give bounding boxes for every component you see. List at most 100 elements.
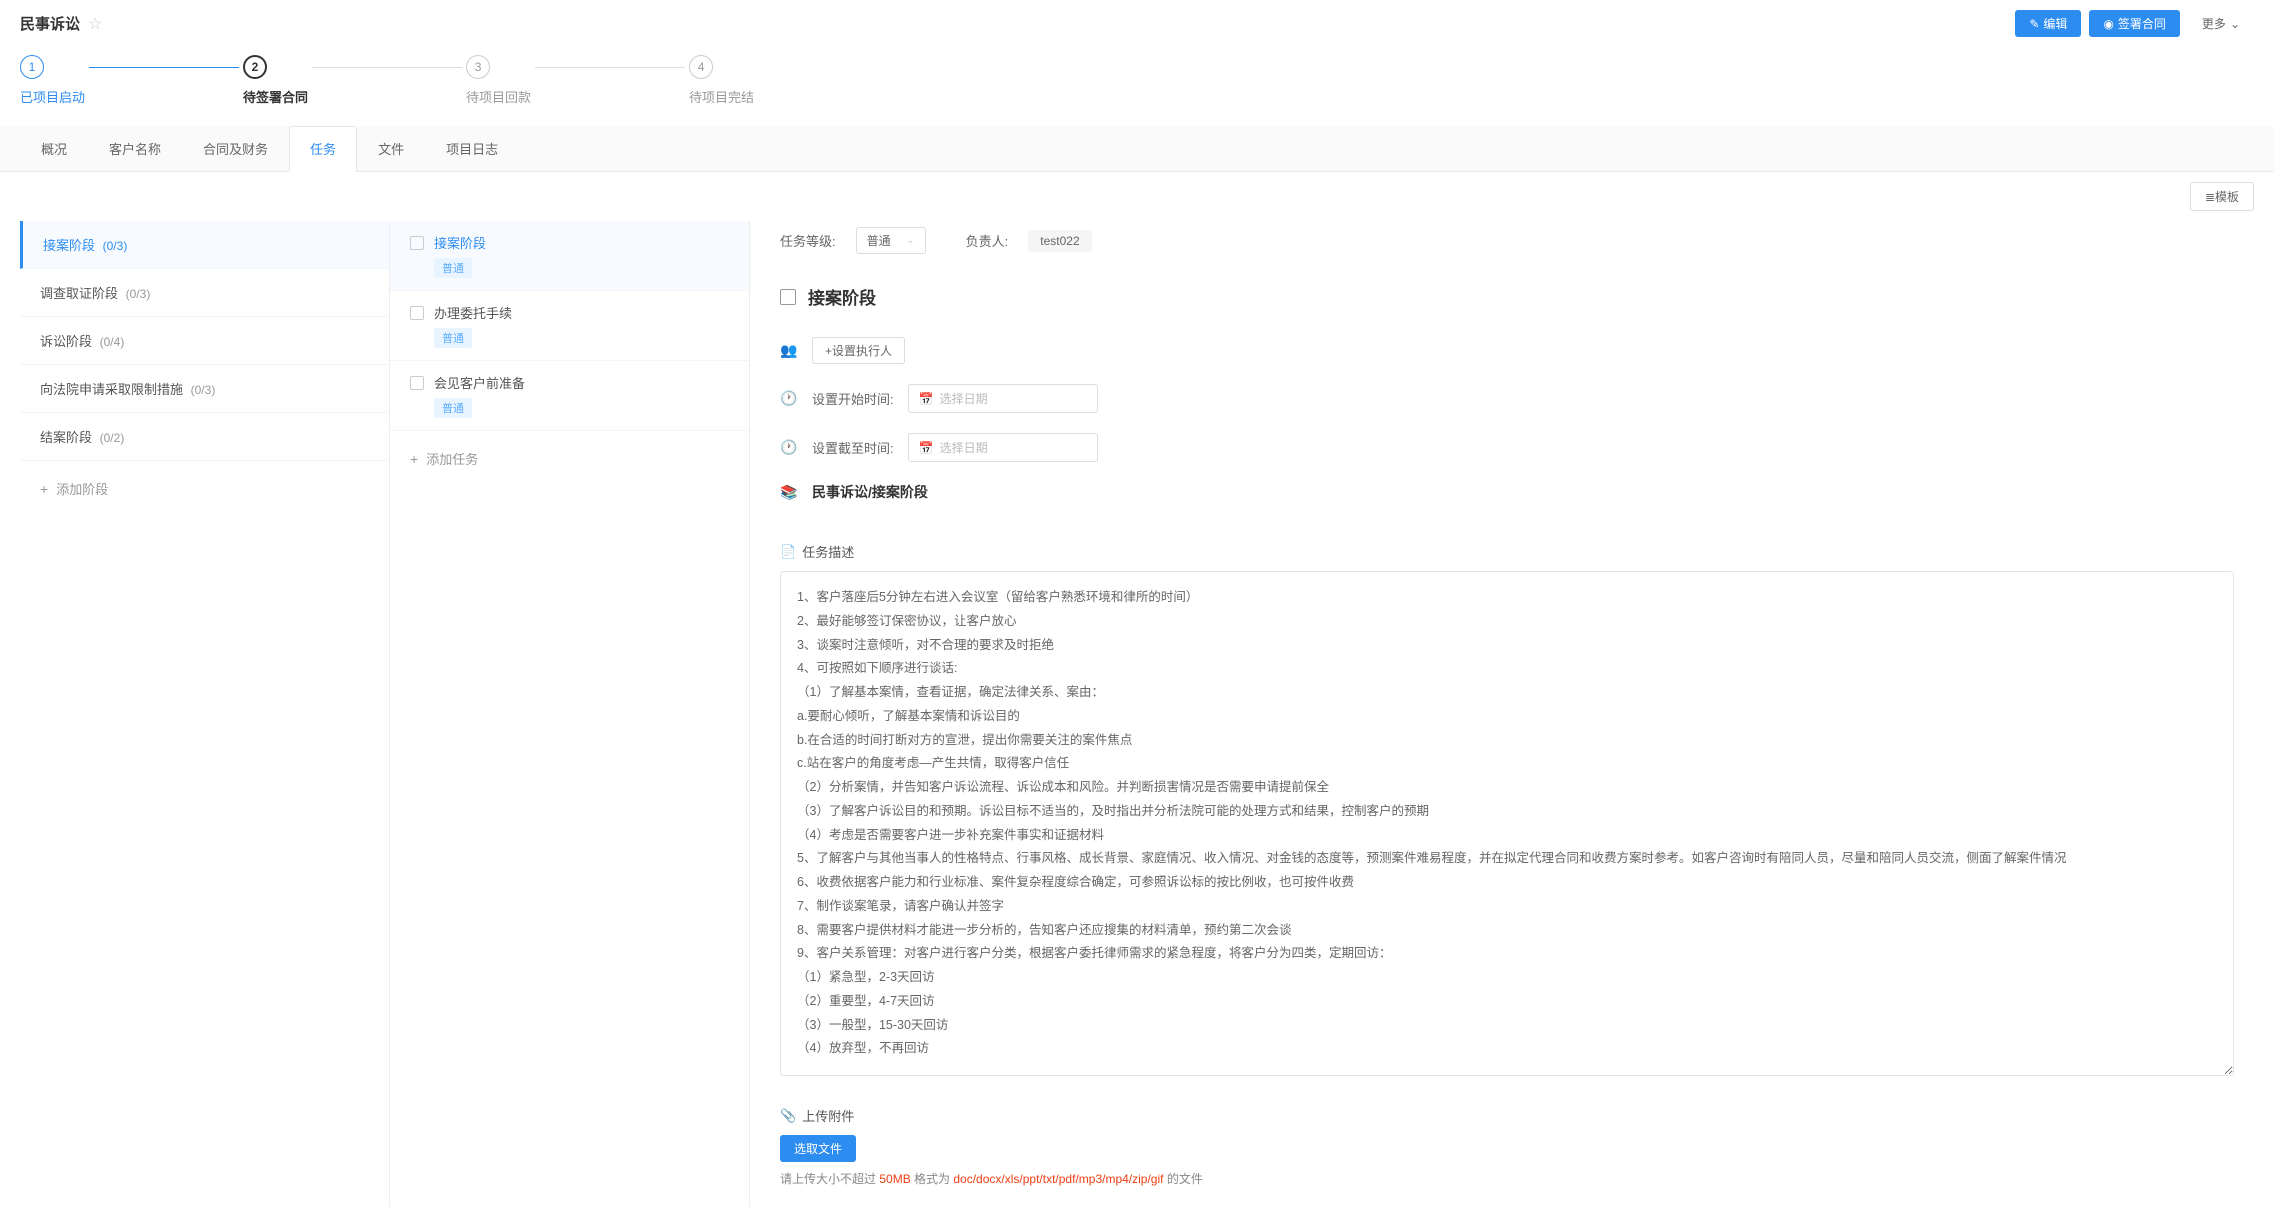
edit-button[interactable]: ✎ 编辑: [2015, 10, 2081, 37]
task-priority-tag: 普通: [434, 398, 472, 418]
start-time-row: 🕐 设置开始时间: 📅 选择日期: [780, 374, 2234, 423]
task-header: 办理委托手续: [410, 303, 729, 322]
step-circle: 4: [689, 55, 713, 79]
upload-formats: doc/docx/xls/ppt/txt/pdf/mp3/mp4/zip/gif: [953, 1172, 1163, 1186]
task-priority-tag: 普通: [434, 258, 472, 278]
stage-count: (0/2): [100, 431, 125, 445]
task-toolbar: ≣模板: [0, 172, 2274, 221]
stage-count: (0/4): [100, 335, 125, 349]
edit-button-label: 编辑: [2043, 15, 2067, 32]
task-name: 接案阶段: [434, 233, 486, 252]
stage-name: 向法院申请采取限制措施: [40, 382, 183, 397]
step-2[interactable]: 2 待签署合同: [243, 55, 308, 106]
template-button[interactable]: ≣模板: [2190, 182, 2254, 211]
add-task-button[interactable]: + 添加任务: [390, 431, 749, 486]
task-detail: 任务等级: 普通 ⌄ 负责人: test022 接案阶段 👥 +设置执行人 🕐 …: [750, 221, 2254, 1207]
tab-tasks[interactable]: 任务: [289, 126, 357, 172]
step-circle: 3: [466, 55, 490, 79]
end-date-input[interactable]: 📅 选择日期: [908, 433, 1098, 462]
upload-hint-suffix: 的文件: [1163, 1172, 1202, 1186]
upload-hint: 请上传大小不超过 50MB 格式为 doc/docx/xls/ppt/txt/p…: [780, 1170, 2234, 1187]
stage-item[interactable]: 调查取证阶段 (0/3): [20, 269, 389, 317]
plus-icon: +: [410, 451, 418, 467]
tab-log[interactable]: 项目日志: [425, 126, 519, 171]
calendar-icon: 📅: [919, 392, 934, 406]
star-icon[interactable]: ☆: [88, 14, 102, 34]
task-level-label: 任务等级:: [780, 231, 836, 250]
upload-hint-prefix: 请上传大小不超过: [780, 1172, 879, 1186]
task-checkbox[interactable]: [410, 236, 424, 250]
step-4[interactable]: 4 待项目完结: [689, 55, 754, 106]
stage-item[interactable]: 诉讼阶段 (0/4): [20, 317, 389, 365]
executor-row: 👥 +设置执行人: [780, 327, 2234, 374]
date-placeholder: 选择日期: [940, 439, 988, 456]
task-header: 会见客户前准备: [410, 373, 729, 392]
breadcrumb-row: 📚 民事诉讼/接案阶段: [780, 472, 2234, 512]
step-circle: 1: [20, 55, 44, 79]
task-name: 办理委托手续: [434, 303, 512, 322]
task-item[interactable]: 办理委托手续 普通: [390, 291, 749, 361]
stage-count: (0/3): [126, 287, 151, 301]
add-executor-button[interactable]: +设置执行人: [812, 337, 905, 364]
step-circle: 2: [243, 55, 267, 79]
task-item[interactable]: 会见客户前准备 普通: [390, 361, 749, 431]
progress-steps: 1 已项目启动 2 待签署合同 3 待项目回款 4 待项目完结: [0, 47, 2274, 126]
stage-name: 接案阶段: [43, 238, 95, 253]
stage-item[interactable]: 向法院申请采取限制措施 (0/3): [20, 365, 389, 413]
more-button-label: 更多: [2202, 15, 2226, 32]
step-label: 已项目启动: [20, 87, 85, 106]
end-time-label: 设置截至时间:: [812, 438, 894, 457]
step-label: 待签署合同: [243, 87, 308, 106]
more-button[interactable]: 更多 ⌄: [2188, 10, 2254, 37]
stage-name: 调查取证阶段: [40, 286, 118, 301]
tab-client[interactable]: 客户名称: [88, 126, 182, 171]
date-placeholder: 选择日期: [940, 390, 988, 407]
tab-contract-finance[interactable]: 合同及财务: [182, 126, 289, 171]
add-stage-button[interactable]: + 添加阶段: [20, 461, 389, 516]
tab-overview[interactable]: 概况: [20, 126, 88, 171]
stage-item[interactable]: 接案阶段 (0/3): [20, 221, 389, 269]
stage-name: 结案阶段: [40, 430, 92, 445]
upload-hint-mid: 格式为: [911, 1172, 954, 1186]
task-description-textarea[interactable]: 1、客户落座后5分钟左右进入会议室（留给客户熟悉环境和律所的时间） 2、最好能够…: [780, 571, 2234, 1076]
stamp-icon: ◉: [2103, 17, 2113, 31]
page-header: 民事诉讼 ☆ ✎ 编辑 ◉ 签署合同 更多 ⌄: [0, 0, 2274, 47]
add-stage-label: 添加阶段: [56, 479, 108, 498]
task-checkbox[interactable]: [410, 306, 424, 320]
task-complete-checkbox[interactable]: [780, 289, 796, 305]
task-list: 接案阶段 普通 办理委托手续 普通 会见客户前准备 普通 + 添加任务: [390, 221, 750, 1207]
attachment-icon: 📎: [780, 1108, 796, 1124]
chevron-down-icon: ⌄: [2230, 17, 2240, 31]
select-file-button[interactable]: 选取文件: [780, 1135, 856, 1162]
pencil-icon: ✎: [2029, 17, 2039, 31]
header-right: ✎ 编辑 ◉ 签署合同 更多 ⌄: [2015, 10, 2254, 37]
task-item[interactable]: 接案阶段 普通: [390, 221, 749, 291]
step-3[interactable]: 3 待项目回款: [466, 55, 531, 106]
main-content: 接案阶段 (0/3) 调查取证阶段 (0/3) 诉讼阶段 (0/4) 向法院申请…: [0, 221, 2274, 1227]
task-checkbox[interactable]: [410, 376, 424, 390]
step-1[interactable]: 1 已项目启动: [20, 55, 85, 106]
upload-label: 上传附件: [802, 1106, 854, 1125]
stage-item[interactable]: 结案阶段 (0/2): [20, 413, 389, 461]
tab-files[interactable]: 文件: [357, 126, 425, 171]
sign-button-label: 签署合同: [2118, 15, 2166, 32]
sign-contract-button[interactable]: ◉ 签署合同: [2089, 10, 2180, 37]
start-date-input[interactable]: 📅 选择日期: [908, 384, 1098, 413]
stage-count: (0/3): [103, 239, 128, 253]
content-tabs: 概况 客户名称 合同及财务 任务 文件 项目日志: [0, 126, 2274, 172]
step-line: [89, 67, 239, 68]
owner-chip[interactable]: test022: [1028, 230, 1091, 252]
task-name: 会见客户前准备: [434, 373, 525, 392]
task-level-value: 普通: [867, 232, 891, 249]
task-level-select[interactable]: 普通 ⌄: [856, 227, 926, 254]
task-breadcrumb: 民事诉讼/接案阶段: [812, 482, 928, 502]
calendar-icon: 📅: [919, 441, 934, 455]
end-time-row: 🕐 设置截至时间: 📅 选择日期: [780, 423, 2234, 472]
clock-icon: 🕐: [780, 439, 798, 456]
chevron-down-icon: ⌄: [906, 235, 914, 246]
start-time-label: 设置开始时间:: [812, 389, 894, 408]
layers-icon: 📚: [780, 484, 798, 501]
header-left: 民事诉讼 ☆: [20, 13, 102, 34]
plus-icon: +: [40, 481, 48, 497]
owner-label: 负责人:: [966, 231, 1009, 250]
